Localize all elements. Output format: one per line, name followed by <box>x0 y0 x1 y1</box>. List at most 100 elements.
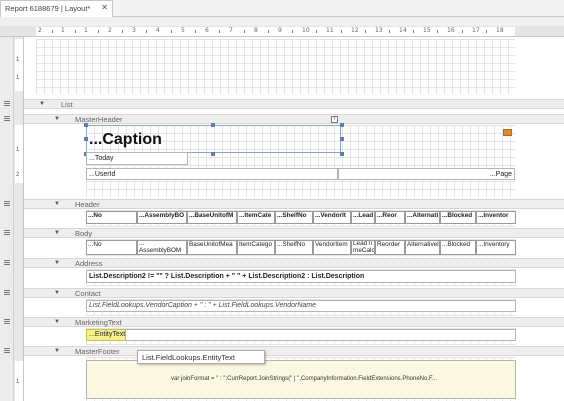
vruler-tick: 2 <box>16 172 20 178</box>
today-field[interactable]: ...Today <box>86 152 188 165</box>
hruler-minor-mark <box>244 30 245 33</box>
body-cell[interactable]: ...Inventory <box>476 240 516 255</box>
header-cell[interactable]: ...Lead <box>351 211 375 224</box>
header-cell[interactable]: ...AssemblyBO <box>137 211 187 224</box>
band-grip[interactable] <box>4 260 10 265</box>
hruler-tick: 8 <box>254 27 258 34</box>
caption-box[interactable]: ...Caption <box>86 125 341 153</box>
selection-handle[interactable] <box>211 123 215 127</box>
header-cell[interactable]: ...VendorIt <box>313 211 351 224</box>
vertical-ruler: 1 1 1 2 1 <box>14 37 24 401</box>
hruler-tick: 1 <box>84 27 88 34</box>
band-grip[interactable] <box>4 201 10 206</box>
userid-field[interactable]: ...UserId <box>86 168 338 180</box>
body-cell[interactable]: LeadTi meCalc <box>351 240 375 255</box>
hruler-tick: 12 <box>351 27 359 34</box>
collapse-arrow-icon[interactable]: ▼ <box>54 348 60 354</box>
band-grip[interactable] <box>4 290 10 295</box>
canvas-margin <box>515 39 564 94</box>
hruler-minor-mark <box>122 30 123 33</box>
hruler-minor-mark <box>341 30 342 33</box>
header-cell[interactable]: ...Alternati <box>405 211 440 224</box>
hruler-minor-mark <box>219 30 220 33</box>
band-master-header[interactable]: ▼ MasterHeader <box>24 114 564 124</box>
body-cell[interactable]: ItemCatego <box>237 240 275 255</box>
entity-text-field[interactable]: ...EntityText <box>86 329 126 341</box>
footer-expression: var joinFormat = " : ";CurrReport.JoinSt… <box>171 376 438 382</box>
vruler-tick: 1 <box>16 147 20 153</box>
header-cell[interactable]: ...Blocked <box>440 211 476 224</box>
band-contact[interactable]: ▼ Contact <box>24 288 564 298</box>
header-cell[interactable]: ...No <box>86 211 137 224</box>
marketing-row[interactable] <box>86 329 516 341</box>
hruler-tick: 17 <box>472 27 480 34</box>
header-cell[interactable]: ...Reor <box>375 211 405 224</box>
body-cell[interactable]: Alternativel <box>405 240 440 255</box>
hruler-minor-mark <box>171 30 172 33</box>
tab-title: Report 6188679 | Layout* <box>5 4 91 13</box>
hruler-tick: 2 <box>38 27 42 34</box>
band-grip[interactable] <box>4 116 10 121</box>
tooltip: List.FieldLookups.EntityText <box>137 350 265 364</box>
collapse-arrow-icon[interactable]: ▼ <box>54 290 60 296</box>
body-cell[interactable]: ...No <box>86 240 137 255</box>
band-header[interactable]: ▼ Header <box>24 199 564 209</box>
smart-tag-icon[interactable]: › <box>331 116 338 123</box>
contact-expression[interactable]: List.FieldLookups.VendorCaption + " : " … <box>86 300 516 312</box>
hruler-minor-mark <box>146 30 147 33</box>
hruler-tick: 6 <box>205 27 209 34</box>
footer-expression-box[interactable]: var joinFormat = " : ";CurrReport.JoinSt… <box>86 360 516 399</box>
band-master-footer[interactable]: ▼ MasterFooter <box>24 346 564 356</box>
page-header-grid[interactable] <box>36 39 515 94</box>
band-list[interactable]: ▼ List <box>24 99 564 109</box>
collapse-arrow-icon[interactable]: ▼ <box>54 260 60 266</box>
body-cell[interactable]: BaseUnitofMea <box>187 240 237 255</box>
hruler-minor-mark <box>98 30 99 33</box>
collapse-arrow-icon[interactable]: ▼ <box>54 201 60 207</box>
hruler-minor-mark <box>486 30 487 33</box>
hruler-tick: 11 <box>326 27 334 34</box>
report-layout-tab[interactable]: Report 6188679 | Layout* ✕ <box>0 0 113 17</box>
selection-handle[interactable] <box>84 137 88 141</box>
header-cell[interactable]: ...BaseUnitofM <box>187 211 237 224</box>
body-cell[interactable]: ...Blocked <box>440 240 476 255</box>
header-cell[interactable]: ...ItemCate <box>237 211 275 224</box>
collapse-arrow-icon[interactable]: ▼ <box>54 230 60 236</box>
band-grip[interactable] <box>4 101 10 106</box>
close-icon[interactable]: ✕ <box>101 3 108 12</box>
band-grip[interactable] <box>4 348 10 353</box>
selection-handle[interactable] <box>211 152 215 156</box>
address-expression[interactable]: List.Description2 != "" ? List.Descripti… <box>86 270 516 283</box>
selection-handle[interactable] <box>84 123 88 127</box>
band-grip[interactable] <box>4 319 10 324</box>
body-cell[interactable]: ...ShelfNo <box>275 240 313 255</box>
band-grip[interactable] <box>4 230 10 235</box>
selection-handle[interactable] <box>340 137 344 141</box>
band-label: MasterFooter <box>75 347 120 356</box>
band-body[interactable]: ▼ Body <box>24 228 564 238</box>
collapse-arrow-icon[interactable]: ▼ <box>39 101 45 107</box>
band-image-icon <box>503 129 512 136</box>
band-label: MarketingText <box>75 318 122 327</box>
hruler-tick: 13 <box>375 27 383 34</box>
band-address[interactable]: ▼ Address <box>24 258 564 268</box>
body-cell[interactable]: VendorItem <box>313 240 351 255</box>
selection-handle[interactable] <box>340 152 344 156</box>
hruler-minor-mark <box>365 30 366 33</box>
hruler-tick: 14 <box>399 27 407 34</box>
hruler-minor-mark <box>268 30 269 33</box>
collapse-arrow-icon[interactable]: ▼ <box>54 116 60 122</box>
hruler-minor-mark <box>292 30 293 33</box>
body-cell[interactable]: ... AssemblyBOM <box>137 240 187 255</box>
vruler-tick: 1 <box>16 57 20 63</box>
body-cell[interactable]: Reorder <box>375 240 405 255</box>
header-cell[interactable]: ...Inventor <box>476 211 516 224</box>
collapse-arrow-icon[interactable]: ▼ <box>54 319 60 325</box>
hruler-minor-mark <box>389 30 390 33</box>
selection-handle[interactable] <box>340 123 344 127</box>
band-label: Address <box>75 259 103 268</box>
hruler-tick: 5 <box>181 27 185 34</box>
header-cell[interactable]: ...ShelfNo <box>275 211 313 224</box>
band-marketing-text[interactable]: ▼ MarketingText <box>24 317 564 327</box>
page-field[interactable]: ...Page <box>338 168 515 180</box>
